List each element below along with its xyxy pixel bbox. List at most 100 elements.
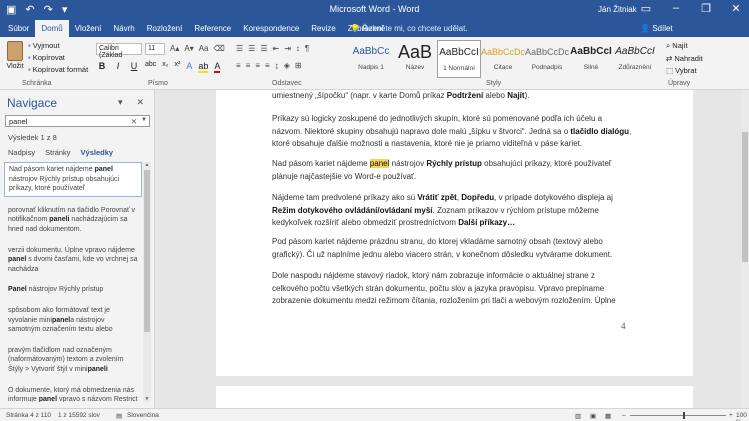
user-name[interactable]: Ján Žitniak <box>598 5 637 14</box>
status-language[interactable]: Slovenčina <box>127 412 159 419</box>
tab-4[interactable]: Rozložení <box>141 20 189 37</box>
result-count: Výsledek 1 z 8 <box>8 133 57 142</box>
scrollbar-thumb[interactable] <box>144 170 150 332</box>
align-left-icon[interactable]: ≡ <box>236 61 241 70</box>
tab-3[interactable]: Návrh <box>107 20 140 37</box>
status-words[interactable]: 1 z 15592 slov <box>58 412 100 419</box>
zoom-level[interactable]: 100 % <box>736 412 749 421</box>
tab-7[interactable]: Revize <box>305 20 341 37</box>
document-scrollbar-thumb[interactable] <box>742 132 748 262</box>
zoom-slider-thumb[interactable] <box>683 412 685 419</box>
change-case-icon[interactable]: Aa <box>199 44 209 53</box>
increase-indent-icon[interactable]: ⇥ <box>284 44 291 53</box>
text-effects-icon[interactable]: A <box>186 61 192 73</box>
navigation-search-input[interactable]: panel ✕ ▼ <box>5 115 150 127</box>
zoom-slider[interactable] <box>630 415 726 416</box>
clear-search-icon[interactable]: ✕ <box>131 117 137 126</box>
shrink-font-icon[interactable]: A▾ <box>184 44 193 53</box>
numbering-icon[interactable]: ☰ <box>248 44 255 53</box>
zoom-in-icon[interactable]: + <box>729 412 733 419</box>
scroll-up-icon[interactable]: ▲ <box>143 162 151 168</box>
bullets-icon[interactable]: ☰ <box>236 44 243 53</box>
editing-item[interactable]: ⇄ Nahradit <box>666 54 703 63</box>
align-right-icon[interactable]: ≡ <box>255 61 260 70</box>
style-2[interactable]: AaBbCcI 1 Normální <box>437 40 481 78</box>
nav-tab-1[interactable]: Stránky <box>45 148 70 157</box>
minimize-icon[interactable]: – <box>669 2 683 15</box>
font-size-box[interactable]: 11 <box>145 43 165 55</box>
tab-1[interactable]: Domů <box>35 20 69 37</box>
sort-icon[interactable]: ↕ <box>296 44 300 53</box>
tab-2[interactable]: Vložení <box>69 20 108 37</box>
search-result[interactable]: spôsobom ako formátovať text je vyvolani… <box>4 304 142 337</box>
pane-options-icon[interactable]: ▾ <box>118 97 123 108</box>
clipboard-item[interactable]: Kopírovat formát <box>28 65 88 74</box>
grow-font-icon[interactable]: A▴ <box>170 44 179 53</box>
style-5[interactable]: AaBbCcI Silné <box>569 40 613 78</box>
search-result[interactable]: Panel nástrojov Rýchly prístup <box>4 283 142 297</box>
editing-item[interactable]: ⌕ Najít <box>666 41 703 51</box>
subscript-icon[interactable]: x₂ <box>162 61 168 73</box>
search-options-icon[interactable]: ▼ <box>141 117 147 123</box>
paragraph: umiestnený „šípočku“ (napr. v karte Domů… <box>272 90 632 103</box>
nav-tab-0[interactable]: Nadpisy <box>8 148 35 157</box>
nav-tab-2[interactable]: Výsledky <box>81 148 114 157</box>
document-page[interactable]: umiestnený „šípočku“ (napr. v karte Domů… <box>216 90 693 376</box>
search-result[interactable]: O dokumente, ktorý má obmedzenia nás inf… <box>4 384 142 403</box>
decrease-indent-icon[interactable]: ⇤ <box>273 44 280 53</box>
style-0[interactable]: AaBbCc Nadpis 1 <box>349 40 393 78</box>
clipboard-item[interactable]: Vyjmout <box>28 41 88 50</box>
strikethrough-icon[interactable]: abc <box>145 61 156 73</box>
editing-label: Vybrat <box>675 66 697 75</box>
clear-formatting-icon[interactable]: ⌫ <box>214 44 225 53</box>
read-mode-icon[interactable]: ▥ <box>575 412 581 420</box>
style-preview: AaBbCcDc <box>481 47 525 57</box>
clipboard-item[interactable]: Kopírovat <box>28 53 88 62</box>
print-layout-icon[interactable]: ▣ <box>590 412 596 420</box>
underline-button[interactable]: U <box>129 61 139 73</box>
proofing-icon[interactable]: ▤ <box>116 412 122 420</box>
search-result[interactable]: verzii dokumentu. Úplne vpravo nájdeme p… <box>4 244 142 277</box>
style-4[interactable]: AaBbCcDc Podnadpis <box>525 40 569 78</box>
text-run: , v prípade dotykového displeja aj <box>494 193 613 202</box>
tab-6[interactable]: Korespondence <box>237 20 305 37</box>
paste-label: Vložit <box>6 63 24 70</box>
style-6[interactable]: AaBbCcI Zdůraznění <box>613 40 657 78</box>
web-layout-icon[interactable]: ▦ <box>605 412 611 420</box>
maximize-icon[interactable]: ❐ <box>699 2 713 15</box>
zoom-out-icon[interactable]: – <box>622 412 626 419</box>
tab-0[interactable]: Súbor <box>2 20 35 37</box>
tell-me-box[interactable]: 💡 Řekněte mi, co chcete udělat. <box>350 24 468 33</box>
paste-button[interactable]: Vložit <box>4 41 26 70</box>
align-center-icon[interactable]: ≡ <box>246 61 251 70</box>
ribbon-display-icon[interactable]: ▭ <box>639 2 653 15</box>
close-pane-icon[interactable]: ✕ <box>137 97 145 108</box>
scroll-down-icon[interactable]: ▼ <box>143 396 151 402</box>
justify-icon[interactable]: ≡ <box>265 61 270 70</box>
superscript-icon[interactable]: x² <box>175 61 181 73</box>
bold-button[interactable]: B <box>97 61 107 73</box>
shading-icon[interactable]: ◈ <box>284 61 290 70</box>
tab-5[interactable]: Reference <box>188 20 237 37</box>
result-match: panel <box>8 256 27 264</box>
borders-icon[interactable]: ⊞ <box>295 61 302 70</box>
style-1[interactable]: AaB Název <box>393 40 437 78</box>
search-result[interactable]: porovnať kliknutím na tlačidlo Porovnať … <box>4 204 142 237</box>
search-result[interactable]: Nad pásom kariet nájdeme panel nástrojov… <box>4 162 142 197</box>
line-spacing-icon[interactable]: ↨ <box>275 61 279 70</box>
font-name-box[interactable]: Calibri (Základ <box>96 43 142 59</box>
status-page[interactable]: Stránka 4 z 110 <box>6 412 51 419</box>
navigation-scrollbar[interactable]: ▲ ▼ <box>143 162 151 402</box>
editing-item[interactable]: ⬚ Vybrat <box>666 66 703 75</box>
italic-button[interactable]: I <box>113 61 123 73</box>
multilevel-list-icon[interactable]: ☰ <box>260 44 267 53</box>
show-marks-icon[interactable]: ¶ <box>305 44 309 53</box>
close-icon[interactable]: ✕ <box>729 2 743 15</box>
share-button[interactable]: 👤 Sdílet <box>640 24 673 33</box>
document-scrollbar[interactable] <box>741 90 749 408</box>
font-color-icon[interactable]: A <box>214 61 221 73</box>
style-3[interactable]: AaBbCcDc Citace <box>481 40 525 78</box>
search-result[interactable]: pravým tlačidlom nad označeným (naformát… <box>4 344 142 377</box>
next-page[interactable] <box>216 386 693 408</box>
highlight-icon[interactable]: ab <box>198 61 209 73</box>
